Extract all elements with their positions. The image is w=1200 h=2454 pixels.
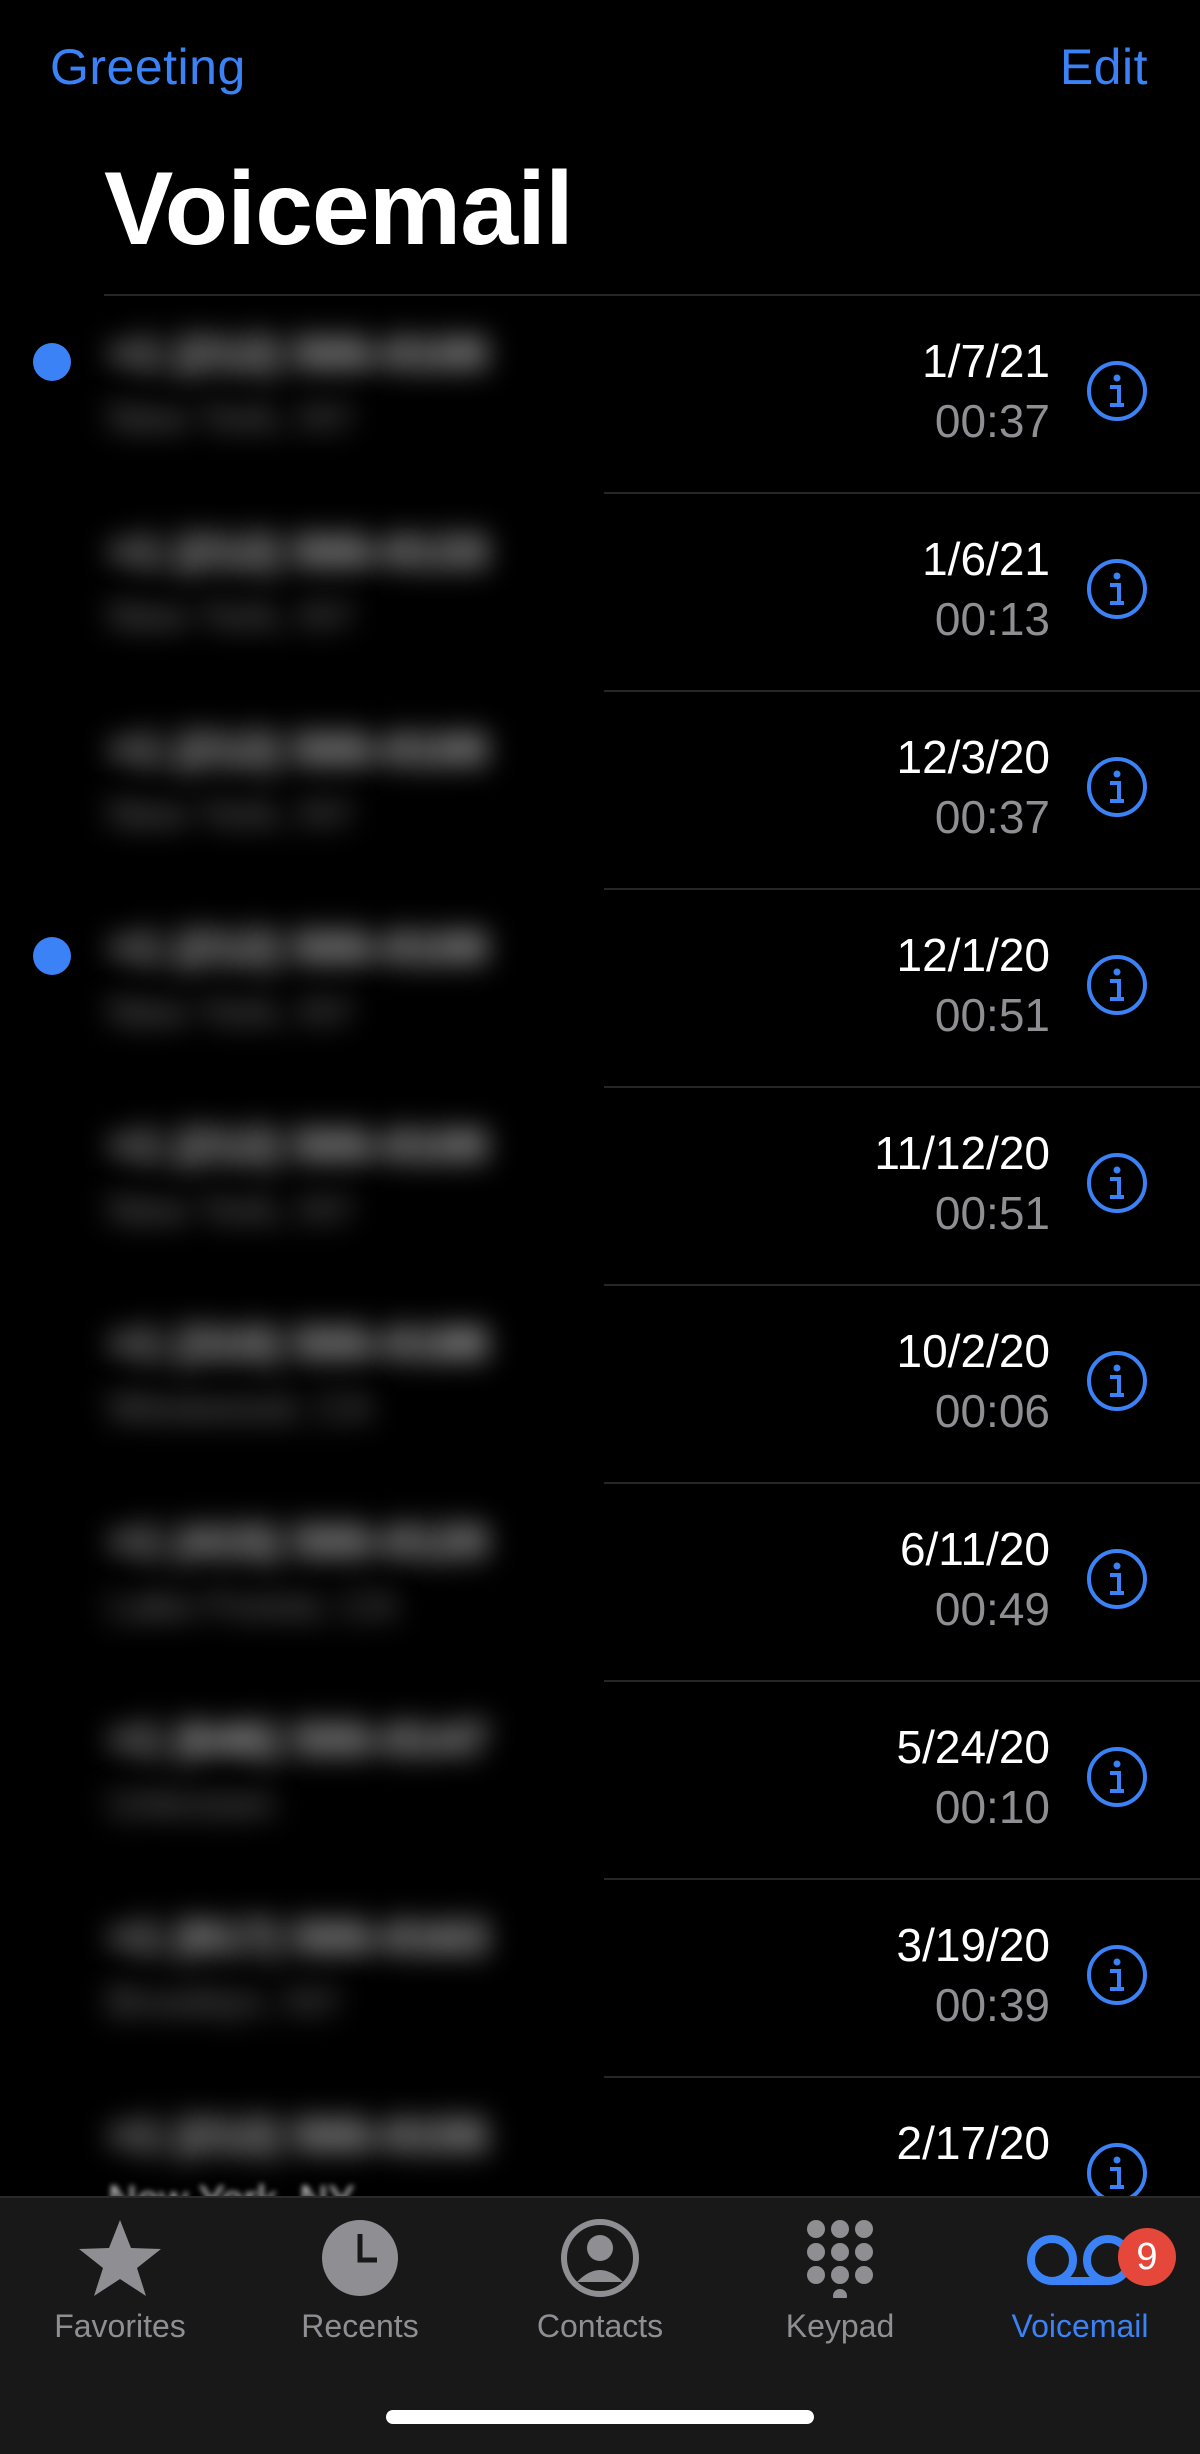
- caller-number-redacted: +1 (415) 555-0120: [108, 1515, 488, 1567]
- tab-recents[interactable]: Recents: [240, 2218, 480, 2345]
- voicemail-date: 2/17/20: [896, 2117, 1050, 2169]
- voicemail-date: 11/12/20: [874, 1127, 1050, 1179]
- info-icon[interactable]: [1086, 1350, 1148, 1412]
- home-indicator[interactable]: [386, 2410, 814, 2424]
- caller-location-redacted: Lake Forest, CA: [108, 1584, 398, 1628]
- info-icon[interactable]: [1086, 954, 1148, 1016]
- voicemail-row[interactable]: +1 (212) 555-0100 New York, NY 12/3/20 0…: [0, 692, 1200, 890]
- tab-keypad[interactable]: Keypad: [720, 2218, 960, 2345]
- caller-location-redacted: New York, NY: [108, 990, 355, 1034]
- tab-favorites[interactable]: Favorites: [0, 2218, 240, 2345]
- voicemail-duration: 00:13: [934, 593, 1050, 645]
- tab-label: Voicemail: [1011, 2308, 1149, 2344]
- clock-icon: [322, 2220, 398, 2296]
- voicemail-duration: 00:51: [934, 989, 1050, 1041]
- voicemail-duration: 00:37: [934, 791, 1050, 843]
- tab-voicemail[interactable]: 9 Voicemail: [960, 2218, 1200, 2345]
- voicemail-duration: 00:49: [934, 1583, 1050, 1635]
- caller-location-redacted: Unknown: [108, 1782, 275, 1826]
- voicemail-date: 12/1/20: [896, 929, 1050, 981]
- info-icon[interactable]: [1086, 756, 1148, 818]
- voicemail-row[interactable]: +1 (212) 555-0100 New York, NY 12/1/20 0…: [0, 890, 1200, 1088]
- info-icon[interactable]: [1086, 2142, 1148, 2204]
- voicemail-row[interactable]: +1 (212) 555-0100 New York, NY 11/12/20 …: [0, 1088, 1200, 1286]
- greeting-button[interactable]: Greeting: [50, 38, 246, 96]
- page-title: Voicemail: [104, 151, 574, 267]
- caller-location-redacted: Westwood, CA: [108, 1386, 372, 1430]
- info-icon[interactable]: [1086, 1548, 1148, 1610]
- navigation-bar: Greeting Edit: [0, 0, 1200, 140]
- caller-location-redacted: Brooklyn, NY: [108, 1980, 342, 2024]
- unread-indicator: [33, 937, 71, 975]
- caller-location-redacted: New York, NY: [108, 594, 355, 638]
- tab-contacts[interactable]: Contacts: [480, 2218, 720, 2345]
- tab-label: Recents: [301, 2308, 419, 2344]
- caller-number-redacted: +1 (212) 555-0100: [108, 723, 488, 775]
- voicemail-date: 1/7/21: [922, 335, 1050, 387]
- voicemail-duration: 00:06: [934, 1385, 1050, 1437]
- caller-number-redacted: +1 (310) 555-0188: [108, 1317, 488, 1369]
- info-icon[interactable]: [1086, 360, 1148, 422]
- edit-button[interactable]: Edit: [1060, 38, 1148, 96]
- voicemail-duration: 00:51: [934, 1187, 1050, 1239]
- caller-number-redacted: +1 (646) 555-0147: [108, 1713, 488, 1765]
- caller-number-redacted: +1 (212) 555-0133: [108, 525, 488, 577]
- caller-location-redacted: New York, NY: [108, 396, 355, 440]
- caller-number-redacted: +1 (917) 555-0163: [108, 1911, 488, 1963]
- voicemail-date: 3/19/20: [896, 1919, 1050, 1971]
- star-icon: [79, 2220, 161, 2296]
- voicemail-row[interactable]: +1 (415) 555-0120 Lake Forest, CA 6/11/2…: [0, 1484, 1200, 1682]
- voicemail-row[interactable]: +1 (917) 555-0163 Brooklyn, NY 3/19/20 0…: [0, 1880, 1200, 2078]
- voicemail-row[interactable]: +1 (212) 555-0133 New York, NY 1/6/21 00…: [0, 494, 1200, 692]
- voicemail-date: 6/11/20: [899, 1523, 1050, 1575]
- tab-label: Keypad: [785, 2308, 895, 2344]
- info-icon[interactable]: [1086, 558, 1148, 620]
- caller-location-redacted: New York, NY: [108, 792, 355, 836]
- person-circle-icon: [561, 2219, 639, 2297]
- tab-label: Contacts: [536, 2308, 664, 2344]
- caller-location-redacted: New York, NY: [108, 1188, 355, 1232]
- voicemail-duration: 00:37: [934, 395, 1050, 447]
- keypad-icon: [807, 2220, 873, 2298]
- voicemail-row[interactable]: +1 (310) 555-0188 Westwood, CA 10/2/20 0…: [0, 1286, 1200, 1484]
- tab-label: Favorites: [54, 2308, 186, 2344]
- voicemail-date: 10/2/20: [896, 1325, 1050, 1377]
- voicemail-duration: 00:10: [934, 1781, 1050, 1833]
- info-icon[interactable]: [1086, 1746, 1148, 1808]
- caller-number-redacted: +1 (212) 555-0155: [108, 2109, 488, 2161]
- info-icon[interactable]: [1086, 1944, 1148, 2006]
- voicemail-row[interactable]: +1 (212) 555-0100 New York, NY 1/7/21 00…: [0, 296, 1200, 494]
- voicemail-date: 1/6/21: [922, 533, 1050, 585]
- voicemail-badge: 9: [1118, 2228, 1176, 2286]
- caller-number-redacted: +1 (212) 555-0100: [108, 327, 488, 379]
- voicemail-date: 5/24/20: [896, 1721, 1050, 1773]
- unread-indicator: [33, 343, 71, 381]
- voicemail-list: +1 (212) 555-0100 New York, NY 1/7/21 00…: [0, 296, 1200, 2276]
- voicemail-row[interactable]: +1 (646) 555-0147 Unknown 5/24/20 00:10: [0, 1682, 1200, 1880]
- voicemail-date: 12/3/20: [896, 731, 1050, 783]
- caller-number-redacted: +1 (212) 555-0100: [108, 1119, 488, 1171]
- voicemail-duration: 00:39: [934, 1979, 1050, 2031]
- caller-number-redacted: +1 (212) 555-0100: [108, 921, 488, 973]
- info-icon[interactable]: [1086, 1152, 1148, 1214]
